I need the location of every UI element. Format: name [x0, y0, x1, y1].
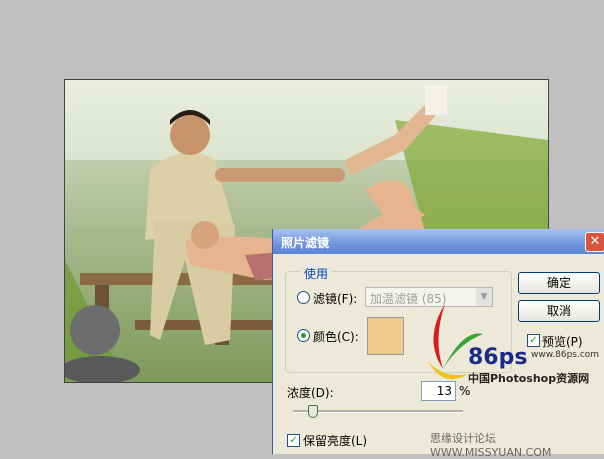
- filter-radio[interactable]: [297, 291, 310, 304]
- photo-filter-dialog: 照片滤镜 ✕ 使用 滤镜(F): 加温滤镜 (85) ▼ 颜色(C): 确定 取…: [272, 229, 604, 459]
- filter-label: 滤镜(F):: [313, 292, 358, 306]
- watermark-url: www.86ps.com: [531, 350, 600, 360]
- color-radio[interactable]: [297, 329, 310, 342]
- close-icon: ✕: [589, 234, 601, 249]
- preserve-luminosity-label: 保留亮度(L): [303, 434, 368, 448]
- preserve-luminosity-checkbox[interactable]: ✓: [287, 434, 300, 447]
- dialog-title: 照片滤镜: [281, 236, 330, 250]
- color-label: 颜色(C):: [313, 330, 359, 344]
- watermark-forum: 思缘设计论坛 WWW.MISSYUAN.COM: [430, 432, 552, 459]
- density-slider[interactable]: [293, 410, 463, 413]
- ok-button[interactable]: 确定: [518, 272, 600, 294]
- use-group-label: 使用: [301, 265, 332, 282]
- app-window: { "dialog": { "title": "照片滤镜", "close": …: [0, 0, 604, 459]
- density-slider-thumb[interactable]: [308, 405, 318, 418]
- color-swatch[interactable]: [367, 317, 404, 355]
- density-label: 浓度(D):: [287, 386, 334, 400]
- dialog-titlebar[interactable]: 照片滤镜 ✕: [273, 229, 604, 254]
- close-button[interactable]: ✕: [585, 232, 604, 252]
- logo-text: 86ps: [468, 345, 527, 370]
- watermark-site-name: 中国Photoshop资源网: [468, 372, 590, 385]
